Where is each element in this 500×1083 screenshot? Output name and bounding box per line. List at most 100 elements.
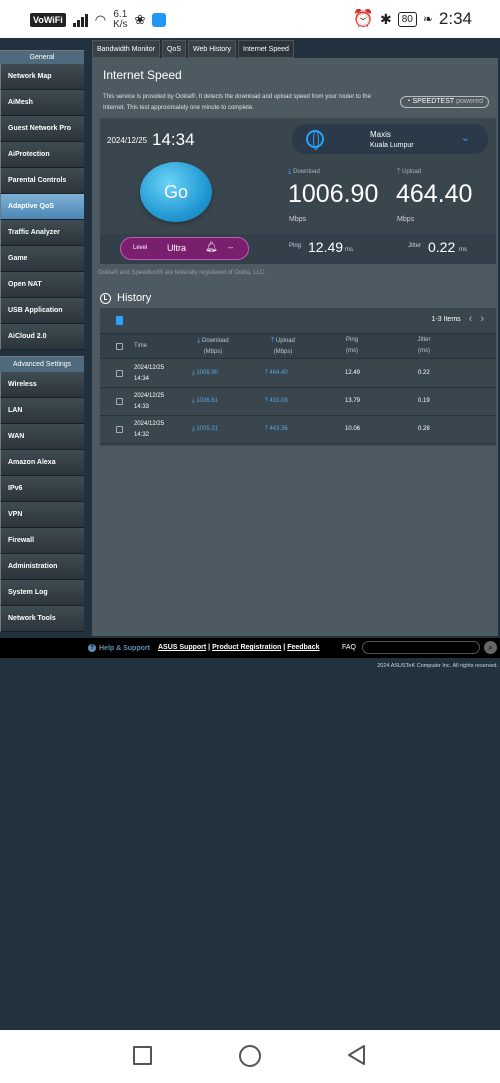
product-registration-link[interactable]: Product Registration [212,644,281,651]
faq-search-input[interactable] [362,641,480,654]
pager: 1-3 Items ‹ › [431,314,484,325]
recents-button[interactable] [133,1046,152,1065]
tab-qos[interactable]: QoS [161,40,186,58]
upload-value: 464.40 [396,180,473,208]
footer: ? Help & Support ASUS Support | Product … [0,638,500,658]
row-ping: 10.06 [345,426,361,432]
prev-page-icon[interactable]: ‹ [469,314,473,325]
sidebar-item-guest-network-pro[interactable]: Guest Network Pro [0,116,84,142]
help-icon: ? [88,644,96,652]
col-ping: Ping (ms) [345,337,358,354]
download-arrow-icon: ⤓ [192,426,195,432]
back-button[interactable] [345,1043,367,1067]
ping-label: Ping [289,243,302,249]
sidebar-item-open-nat[interactable]: Open NAT [0,272,84,298]
row-time: 2024/12/25 14:34 [134,365,165,382]
sidebar-item-game[interactable]: Game [0,246,84,272]
row-jitter: 0.28 [418,426,430,432]
tab-web-history[interactable]: Web History [188,40,236,58]
server-selector[interactable]: Maxis Kuala Lumpur ⌄ [292,124,488,154]
asus-support-link[interactable]: ASUS Support [158,644,206,651]
clock: 2:34 [438,9,472,28]
footer-links: ASUS Support | Product Registration | Fe… [158,644,320,651]
row-checkbox[interactable] [116,426,123,433]
level-value: Ultra [167,243,187,253]
download-unit: Mbps [289,216,307,223]
table-header: Time ⤓ Download (Mbps) ⤒ Upload (Mbps) Pin… [100,333,496,359]
sidebar-item-firewall[interactable]: Firewall [0,528,84,554]
cloud-app-icon [152,13,167,27]
sidebar-item-vpn[interactable]: VPN [0,502,84,528]
download-arrow-icon: ⤓ [192,398,195,404]
download-label: ⤓ Download [288,168,320,175]
upload-arrow-icon: ⤒ [265,370,268,376]
status-bar: VoWiFi ◠ 6.1 K/s ❀ ⏰ ✱ 80 ❧ 2:34 [0,0,500,38]
col-upload: ⤒ Upload (Mbps) [271,337,295,355]
jitter-unit: ms [459,247,467,253]
sidebar-item-ipv6[interactable]: IPv6 [0,476,84,502]
table-row: 2024/12/25 14:32 ⤓ 1005.31 ⤒ 443.36 10.06 0.2… [100,416,496,444]
upload-arrow-icon: ⤒ [397,168,401,175]
download-arrow-icon: ⤓ [192,370,195,376]
sidebar-item-traffic-analyzer[interactable]: Traffic Analyzer [0,220,84,246]
search-icon[interactable]: ⌕ [484,641,497,654]
history-table: 1-3 Items ‹ › Time ⤓ Download (Mbps) ⤒ Up… [100,308,496,446]
sidebar-item-network-tools[interactable]: Network Tools [0,606,84,632]
speed-result-card: 2024/12/25 14:34 Maxis Kuala Lumpur ⌄ Go… [100,118,496,264]
nav-bar [0,1030,500,1083]
row-download: ⤓ 1005.31 [192,426,219,432]
speedtest-badge: ◔ SPEEDTEST powered [400,96,489,108]
globe-icon [306,130,324,150]
help-support-link[interactable]: ? Help & Support [88,644,150,652]
router-app: General Network Map AiMesh Guest Network P… [0,38,500,1030]
sidebar-item-adaptive-qos[interactable]: Adaptive QoS [0,194,84,220]
sidebar-item-network-map[interactable]: Network Map [0,64,84,90]
row-ping: 13.79 [345,398,361,404]
sidebar-item-wan[interactable]: WAN [0,424,84,450]
internet-speed-panel: Internet Speed This service is provided … [92,58,498,636]
row-download: ⤓ 1036.61 [192,398,219,404]
sidebar-item-aimesh[interactable]: AiMesh [0,90,84,116]
row-checkbox[interactable] [116,398,123,405]
row-time: 2024/12/25 14:32 [134,421,165,438]
feedback-link[interactable]: Feedback [287,644,319,651]
level-pill: Level Ultra 🔔︎ -- [120,237,249,260]
table-row: 2024/12/25 14:34 ⤓ 1006.90 ⤒ 464.40 12.49 0.2… [100,360,496,388]
pinwheel-icon: ❀ [134,12,146,27]
sidebar-item-amazon-alexa[interactable]: Amazon Alexa [0,450,84,476]
net-speed: 6.1 K/s [113,9,128,30]
history-icon [100,292,111,304]
row-upload: ⤒ 433.08 [265,398,288,404]
leaf-icon: ❧ [422,12,433,26]
row-jitter: 0.19 [418,398,430,404]
wifi-icon: ◠ [94,12,107,27]
home-button[interactable] [239,1045,261,1067]
sidebar-item-wireless[interactable]: Wireless [0,372,84,398]
sidebar-item-system-log[interactable]: System Log [0,580,84,606]
row-checkbox[interactable] [116,370,123,377]
row-download: ⤓ 1006.90 [192,370,219,376]
go-button[interactable]: Go [140,162,212,222]
bell-icon: 🔔︎ [205,242,218,253]
tab-internet-speed[interactable]: Internet Speed [238,40,294,58]
level-extra: -- [228,243,234,252]
select-all-checkbox[interactable] [116,343,123,350]
row-upload: ⤒ 443.36 [265,426,288,432]
copyright: 2024 ASUSTeK Computer Inc. All rights re… [377,663,498,669]
next-page-icon[interactable]: › [480,314,484,325]
signal-icon [72,13,88,27]
sidebar-item-usb-application[interactable]: USB Application [0,298,84,324]
sidebar-item-administration[interactable]: Administration [0,554,84,580]
upload-arrow-icon: ⤒ [265,398,268,404]
tab-bandwidth-monitor[interactable]: Bandwidth Monitor [92,40,160,58]
trash-icon[interactable] [116,316,123,325]
sidebar-item-parental-controls[interactable]: Parental Controls [0,168,84,194]
battery-icon: 80 [397,11,417,27]
general-header: General [0,50,84,64]
upload-unit: Mbps [397,216,415,223]
table-row: 2024/12/25 14:33 ⤓ 1036.61 ⤒ 433.08 13.79 0.1… [100,388,496,416]
sidebar-item-aicloud-2-0[interactable]: AiCloud 2.0 [0,324,84,350]
sidebar-item-aiprotection[interactable]: AiProtection [0,142,84,168]
sidebar-item-lan[interactable]: LAN [0,398,84,424]
test-time: 14:34 [152,130,195,149]
